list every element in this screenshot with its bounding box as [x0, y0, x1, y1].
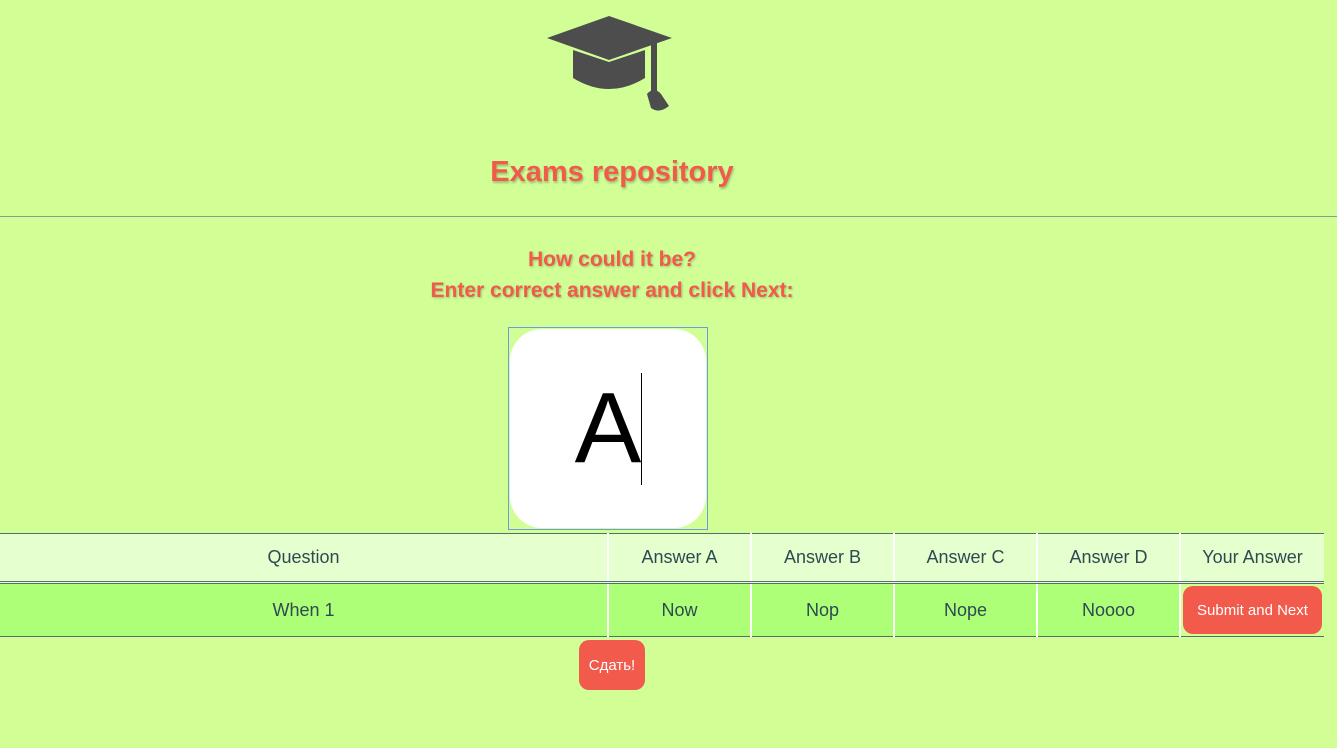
your-answer-cell: Submit and Next: [1180, 582, 1324, 637]
header-divider: [0, 216, 1337, 217]
graduation-cap-icon: [547, 0, 672, 120]
answer-a-cell: Now: [608, 582, 752, 637]
column-header-answer-b: Answer B: [751, 533, 895, 584]
column-header-answer-a: Answer A: [608, 533, 752, 584]
answer-input[interactable]: [510, 329, 706, 528]
answer-c-cell: Nope: [894, 582, 1038, 637]
question-cell: When 1: [0, 582, 609, 637]
answer-b-cell: Nop: [751, 582, 895, 637]
answer-d-cell: Noooo: [1037, 582, 1181, 637]
text-caret: [641, 373, 642, 485]
site-title: Exams repository: [490, 156, 734, 188]
question-prompt: How could it be?: [528, 248, 696, 271]
instruction-prompt: Enter correct answer and click Next:: [430, 279, 794, 302]
answer-box: [508, 327, 708, 530]
column-header-your-answer: Your Answer: [1180, 533, 1324, 584]
questions-table: Question Answer A Answer B Answer C Answ…: [0, 533, 1324, 637]
table-header-row: Question Answer A Answer B Answer C Answ…: [0, 533, 1324, 584]
submit-and-next-button[interactable]: Submit and Next: [1183, 586, 1322, 634]
column-header-answer-c: Answer C: [894, 533, 1038, 584]
finish-exam-button[interactable]: Сдать!: [579, 640, 645, 690]
table-row: When 1 Now Nop Nope Noooo Submit and Nex…: [0, 582, 1324, 637]
column-header-question: Question: [0, 533, 609, 584]
column-header-answer-d: Answer D: [1037, 533, 1181, 584]
